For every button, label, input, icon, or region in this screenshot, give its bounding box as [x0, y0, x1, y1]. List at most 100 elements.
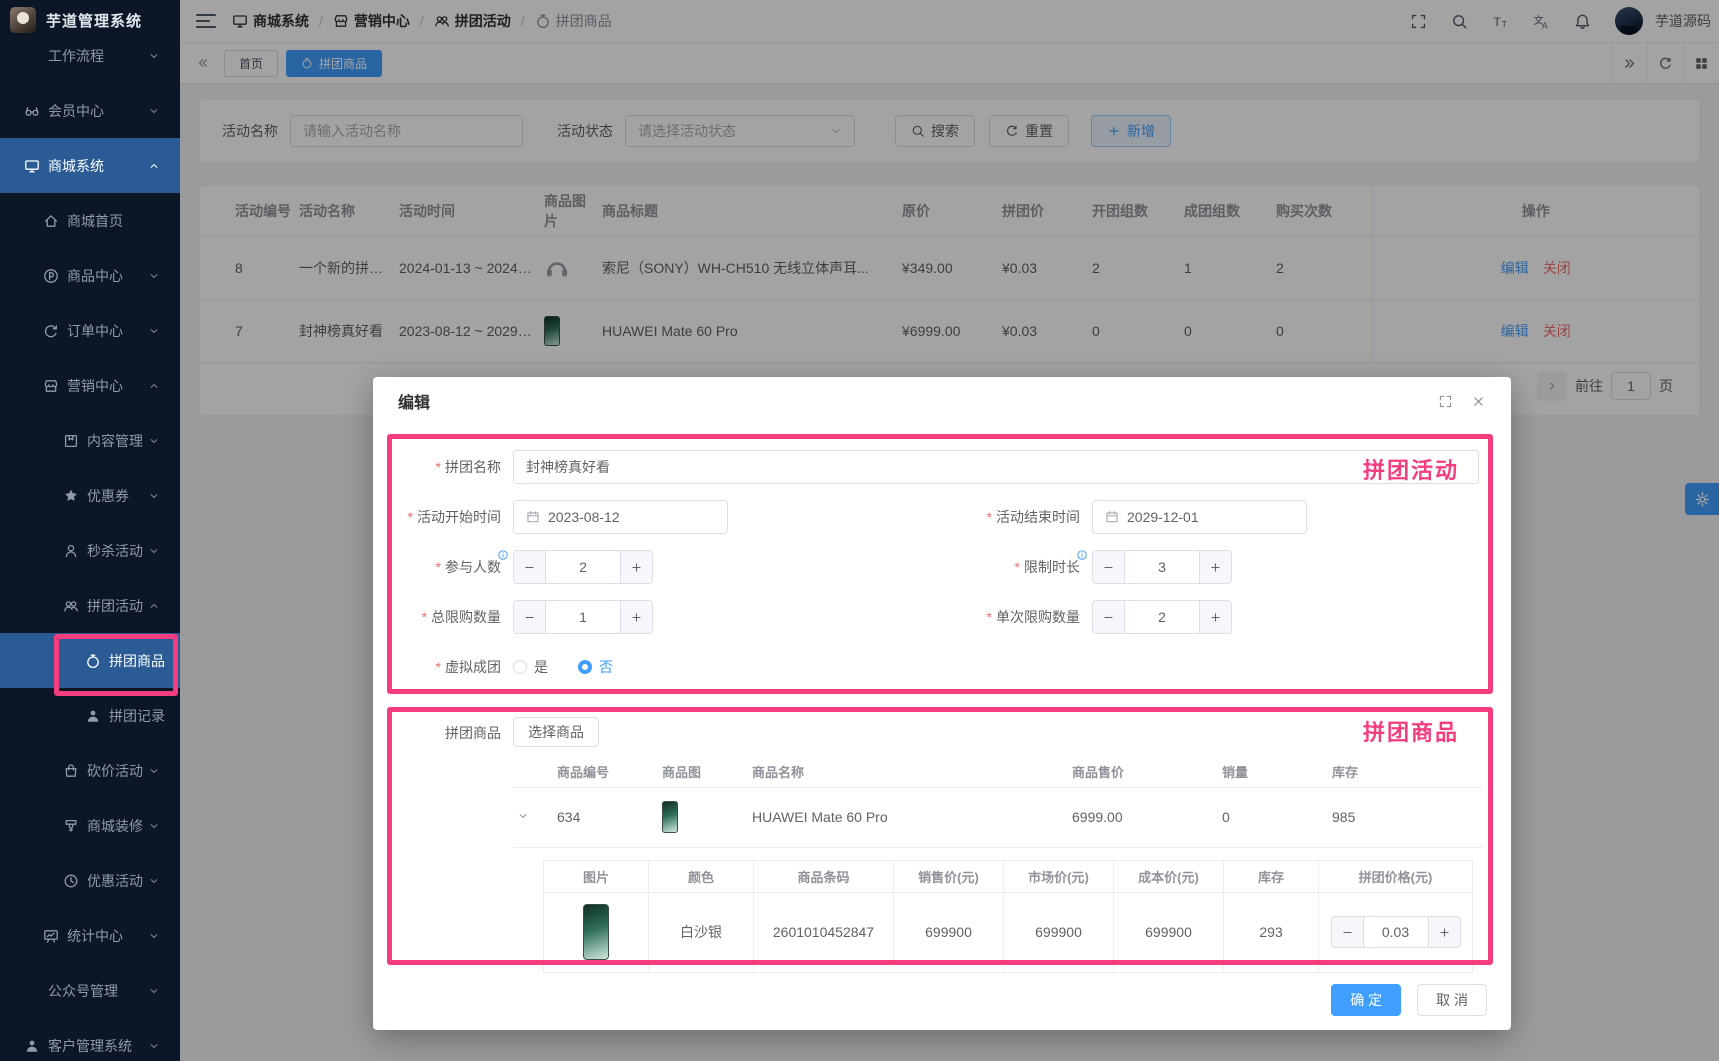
plus-button[interactable]: [621, 601, 652, 633]
dialog-fullscreen-icon[interactable]: [1438, 394, 1453, 409]
sku-row: 白沙银 2601010452847 699900 699900 699900 2…: [544, 892, 1473, 972]
minus-button[interactable]: [1332, 917, 1363, 947]
sidebar-item-label: 商城首页: [67, 211, 123, 231]
chevron-down-icon: [148, 435, 160, 447]
confirm-button[interactable]: 确 定: [1331, 984, 1401, 1016]
sidebar-item-label: 统计中心: [67, 926, 123, 946]
sku-column-成本价(元): 成本价(元): [1114, 860, 1224, 892]
sidebar-item-商品中心[interactable]: 商品中心: [0, 248, 180, 303]
sidebar-item-内容管理[interactable]: 内容管理: [0, 413, 180, 468]
content-icon: [63, 433, 79, 449]
duration-limit-value[interactable]: 3: [1124, 551, 1200, 583]
sidebar-item-拼团商品[interactable]: 拼团商品: [0, 633, 180, 688]
chevron-up-icon: [148, 600, 160, 612]
minus-button[interactable]: [514, 551, 545, 583]
board-icon: [43, 928, 59, 944]
info-icon: [1076, 549, 1088, 561]
timer-icon: [85, 653, 101, 669]
sku-column-市场价(元): 市场价(元): [1004, 860, 1114, 892]
radio-icon: [578, 660, 592, 674]
sidebar-item-label: 营销中心: [67, 376, 123, 396]
cancel-button[interactable]: 取 消: [1417, 984, 1487, 1016]
sidebar-item-秒杀活动[interactable]: 秒杀活动: [0, 523, 180, 578]
sku-color[interactable]: 白沙银: [649, 892, 754, 972]
person-icon: [24, 1038, 40, 1054]
start-time-input[interactable]: 2023-08-12: [513, 500, 728, 534]
chevron-up-icon: [148, 380, 160, 392]
product-id: 634: [553, 787, 658, 847]
sidebar-item-砍价活动[interactable]: 砍价活动: [0, 743, 180, 798]
sidebar-item-拼团记录[interactable]: 拼团记录: [0, 688, 180, 743]
sku-column-拼团价格(元): 拼团价格(元): [1319, 860, 1473, 892]
sku-stock: 293: [1224, 892, 1319, 972]
end-time-input[interactable]: 2029-12-01: [1092, 500, 1307, 534]
sku-barcode: 2601010452847: [754, 892, 894, 972]
minus-button[interactable]: [514, 601, 545, 633]
select-product-button[interactable]: 选择商品: [513, 717, 599, 747]
virtual-group-radio-no[interactable]: 否: [578, 657, 613, 677]
dialog-close-icon[interactable]: [1471, 394, 1486, 409]
sidebar-item-商城首页[interactable]: 商城首页: [0, 193, 180, 248]
sidebar-item-会员中心[interactable]: 会员中心: [0, 83, 180, 138]
chevron-down-icon: [148, 490, 160, 502]
chevron-down-icon: [148, 1040, 160, 1052]
sidebar-item-label: 客户管理系统: [48, 1036, 132, 1056]
total-limit-stepper: 1: [513, 600, 653, 634]
store-icon: [43, 378, 59, 394]
people-count-label: 参与人数: [401, 557, 513, 577]
product-column-销量: 销量: [1218, 757, 1328, 787]
minus-button[interactable]: [1093, 601, 1124, 633]
sku-column-图片: 图片: [544, 860, 649, 892]
sku-column-颜色: 颜色: [649, 860, 754, 892]
group-price-value[interactable]: 0.03: [1363, 917, 1429, 947]
sidebar-item-订单中心[interactable]: 订单中心: [0, 303, 180, 358]
sidebar-item-统计中心[interactable]: 统计中心: [0, 908, 180, 963]
sidebar-item-营销中心[interactable]: 营销中心: [0, 358, 180, 413]
dialog-title: 编辑: [398, 389, 430, 413]
sidebar-item-label: 商品中心: [67, 266, 123, 286]
group-name-input[interactable]: 封神榜真好看: [513, 450, 1479, 484]
plus-button[interactable]: [1200, 601, 1231, 633]
product-price: 6999.00: [1068, 787, 1218, 847]
single-limit-value[interactable]: 2: [1124, 601, 1200, 633]
sidebar-item-商城装修[interactable]: 商城装修: [0, 798, 180, 853]
plus-button[interactable]: [1429, 917, 1460, 947]
duration-limit-stepper: 3: [1092, 550, 1232, 584]
single-limit-stepper: 2: [1092, 600, 1232, 634]
sidebar-item-label: 公众号管理: [48, 981, 118, 1001]
sidebar-item-客户管理系统[interactable]: 客户管理系统: [0, 1018, 180, 1061]
product-row[interactable]: 634 HUAWEI Mate 60 Pro 6999.00 0 985: [513, 787, 1483, 847]
sidebar-item-拼团活动[interactable]: 拼团活动: [0, 578, 180, 633]
plus-button[interactable]: [1200, 551, 1231, 583]
sidebar-item-商城系统[interactable]: 商城系统: [0, 138, 180, 193]
total-limit-value[interactable]: 1: [545, 601, 621, 633]
sidebar-item-工作流程[interactable]: 工作流程: [0, 28, 180, 83]
product-column-库存: 库存: [1328, 757, 1483, 787]
dialog-footer: 确 定 取 消: [1331, 984, 1487, 1016]
chevron-down-icon: [148, 270, 160, 282]
sku-cost-price: 699900: [1114, 892, 1224, 972]
sidebar-item-label: 会员中心: [48, 101, 104, 121]
star-icon: [63, 488, 79, 504]
sidebar-item-优惠券[interactable]: 优惠券: [0, 468, 180, 523]
product-stock: 985: [1328, 787, 1483, 847]
plus-button[interactable]: [621, 551, 652, 583]
sidebar-item-公众号管理[interactable]: 公众号管理: [0, 963, 180, 1018]
total-limit-label: 总限购数量: [401, 607, 513, 627]
sidebar-item-label: 商城系统: [48, 156, 104, 176]
virtual-group-radio-yes[interactable]: 是: [513, 657, 548, 677]
product-column-商品图: 商品图: [658, 757, 748, 787]
sku-sale-price: 699900: [894, 892, 1004, 972]
brush-icon: [63, 818, 79, 834]
product-name: HUAWEI Mate 60 Pro: [748, 787, 1068, 847]
glasses-icon: [24, 103, 40, 119]
chevron-down-icon: [148, 765, 160, 777]
minus-button[interactable]: [1093, 551, 1124, 583]
sidebar-item-优惠活动[interactable]: 优惠活动: [0, 853, 180, 908]
collapse-row-icon[interactable]: [517, 810, 529, 822]
people-count-value[interactable]: 2: [545, 551, 621, 583]
bag-icon: [63, 763, 79, 779]
product-table: 商品编号商品图商品名称商品售价销量库存 634 HUAWEI Mate 60 P…: [513, 757, 1483, 848]
sidebar: 芋道管理系统 工作流程会员中心商城系统商城首页商品中心订单中心营销中心内容管理优…: [0, 0, 180, 1061]
dialog-body: 拼团名称 封神榜真好看 活动开始时间 2023-08-12 活动结束时间 202…: [373, 425, 1511, 973]
